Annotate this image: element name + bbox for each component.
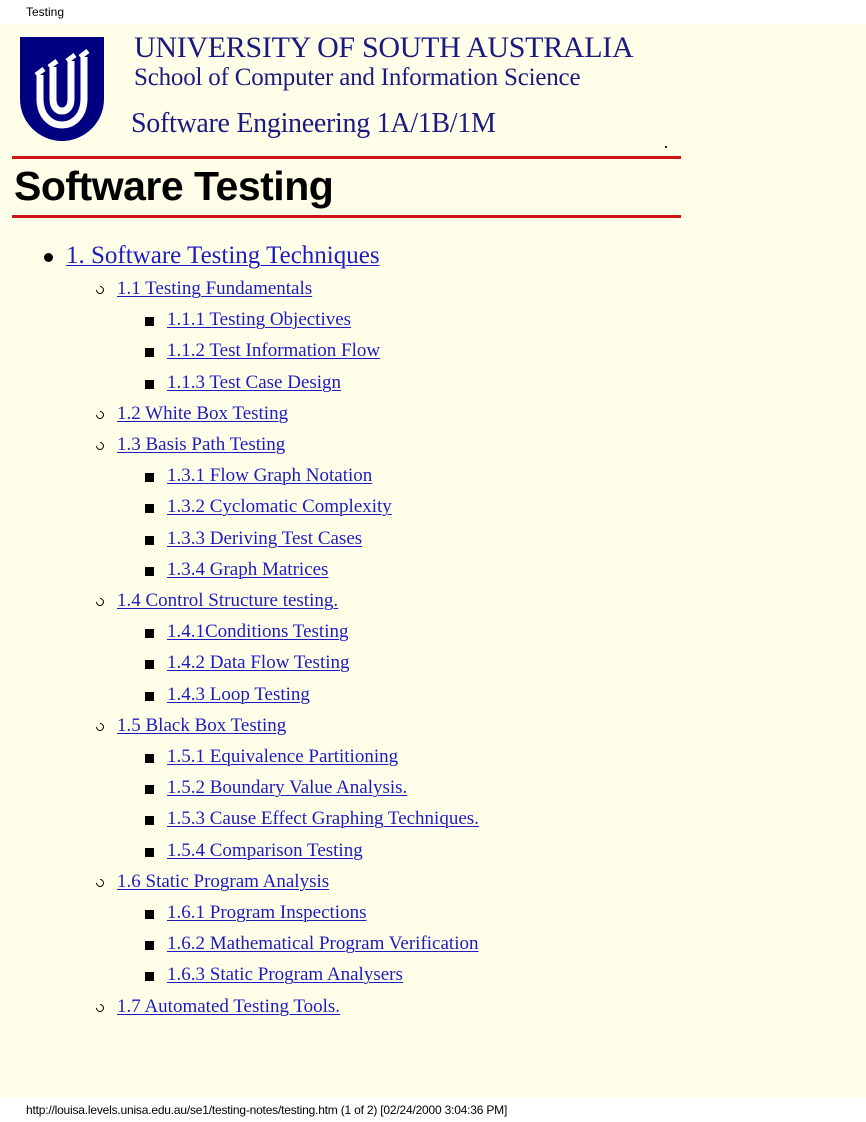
toc-item: 1.6 Static Program Analysis <box>94 871 329 893</box>
toc-link[interactable]: 1.5.3 Cause Effect Graphing Techniques. <box>167 808 479 829</box>
circle-bullet-icon <box>94 877 106 889</box>
toc-item: 1.4 Control Structure testing. <box>94 590 338 612</box>
university-logo-icon <box>20 37 104 141</box>
toc-link[interactable]: 1.5.4 Comparison Testing <box>167 840 363 861</box>
print-footer-url: http://louisa.levels.unisa.edu.au/se1/te… <box>26 1103 508 1117</box>
toc-link[interactable]: 1.3 Basis Path Testing <box>117 434 285 455</box>
square-bullet-icon <box>145 972 154 982</box>
toc-item: 1.6.2 Mathematical Program Verification <box>145 933 478 955</box>
square-bullet-icon <box>145 566 154 576</box>
circle-bullet-icon <box>94 596 106 608</box>
square-bullet-icon <box>145 317 154 327</box>
print-header: Testing <box>0 0 866 24</box>
toc-link[interactable]: 1.4.3 Loop Testing <box>167 684 310 705</box>
toc-link[interactable]: 1. Software Testing Techniques <box>66 242 380 269</box>
toc-item: 1.3.2 Cyclomatic Complexity <box>145 496 392 518</box>
square-bullet-icon <box>145 816 154 826</box>
toc-link[interactable]: 1.1.1 Testing Objectives <box>167 309 351 330</box>
toc-link[interactable]: 1.3.1 Flow Graph Notation <box>167 465 372 486</box>
circle-bullet-icon <box>94 721 106 733</box>
toc-link[interactable]: 1.7 Automated Testing Tools. <box>117 996 340 1017</box>
toc-item: 1.1.3 Test Case Design <box>145 372 341 394</box>
toc-link[interactable]: 1.3.3 Deriving Test Cases <box>167 528 362 549</box>
toc-item: 1.5.3 Cause Effect Graphing Techniques. <box>145 808 479 830</box>
toc-link[interactable]: 1.1.3 Test Case Design <box>167 372 341 393</box>
square-bullet-icon <box>145 473 154 483</box>
university-name: UNIVERSITY OF SOUTH AUSTRALIA <box>134 31 634 64</box>
toc-item: 1.3 Basis Path Testing <box>94 434 285 456</box>
toc-link[interactable]: 1.6.2 Mathematical Program Verification <box>167 933 478 954</box>
square-bullet-icon <box>145 348 154 358</box>
square-bullet-icon <box>145 535 154 545</box>
toc-link[interactable]: 1.4.1Conditions Testing <box>167 621 348 642</box>
toc-item: 1.2 White Box Testing <box>94 403 288 425</box>
toc-item: 1.5 Black Box Testing <box>94 715 286 737</box>
circle-bullet-icon <box>94 409 106 421</box>
toc-link[interactable]: 1.6.3 Static Program Analysers <box>167 964 403 985</box>
toc-link[interactable]: 1.6.1 Program Inspections <box>167 902 366 923</box>
square-bullet-icon <box>145 910 154 919</box>
toc-link[interactable]: 1.3.4 Graph Matrices <box>167 559 328 580</box>
print-footer: http://louisa.levels.unisa.edu.au/se1/te… <box>0 1098 866 1122</box>
toc-link[interactable]: 1.5.1 Equivalence Partitioning <box>167 746 398 767</box>
toc-item: 1.3.3 Deriving Test Cases <box>145 528 362 550</box>
toc-item: 1. Software Testing Techniques <box>44 242 380 270</box>
toc-item: 1.5.2 Boundary Value Analysis. <box>145 777 407 799</box>
print-header-title: Testing <box>26 5 65 19</box>
toc-link[interactable]: 1.6 Static Program Analysis <box>117 871 329 892</box>
toc-item: 1.1.2 Test Information Flow <box>145 340 380 362</box>
toc-link[interactable]: 1.1.2 Test Information Flow <box>167 340 380 361</box>
page: UNIVERSITY OF SOUTH AUSTRALIA School of … <box>0 24 866 1098</box>
square-bullet-icon <box>145 847 154 857</box>
toc-link[interactable]: 1.4.2 Data Flow Testing <box>167 652 350 673</box>
toc-item: 1.4.3 Loop Testing <box>145 684 310 706</box>
toc-item: 1.6.3 Static Program Analysers <box>145 964 403 986</box>
page-title: Software Testing <box>14 163 334 209</box>
toc-item: 1.1.1 Testing Objectives <box>145 309 351 331</box>
circle-bullet-icon <box>94 440 106 452</box>
toc-link[interactable]: 1.5 Black Box Testing <box>117 715 286 736</box>
disc-bullet-icon <box>44 253 53 262</box>
toc-item: 1.5.1 Equivalence Partitioning <box>145 746 398 768</box>
toc-item: 1.4.1Conditions Testing <box>145 621 348 643</box>
school-name: School of Computer and Information Scien… <box>134 64 581 91</box>
toc-item: 1.3.1 Flow Graph Notation <box>145 465 372 487</box>
square-bullet-icon <box>145 660 154 670</box>
course-name: Software Engineering 1A/1B/1M <box>131 108 496 139</box>
toc-link[interactable]: 1.3.2 Cyclomatic Complexity <box>167 496 392 517</box>
toc-link[interactable]: 1.5.2 Boundary Value Analysis. <box>167 777 407 798</box>
square-bullet-icon <box>145 504 154 514</box>
toc-item: 1.3.4 Graph Matrices <box>145 559 328 581</box>
square-bullet-icon <box>145 754 154 763</box>
toc-item: 1.5.4 Comparison Testing <box>145 840 363 862</box>
toc-link[interactable]: 1.2 White Box Testing <box>117 403 288 424</box>
divider-bottom <box>12 215 681 218</box>
divider-top <box>12 156 681 159</box>
toc-item: 1.7 Automated Testing Tools. <box>94 996 340 1018</box>
toc-item: 1.4.2 Data Flow Testing <box>145 652 350 674</box>
square-bullet-icon <box>145 785 154 795</box>
circle-bullet-icon <box>94 1001 106 1014</box>
square-bullet-icon <box>145 379 154 389</box>
toc-item: 1.6.1 Program Inspections <box>145 902 366 924</box>
toc-link[interactable]: 1.1 Testing Fundamentals <box>117 278 312 299</box>
square-bullet-icon <box>145 629 154 639</box>
square-bullet-icon <box>145 691 154 701</box>
square-bullet-icon <box>145 941 154 951</box>
circle-bullet-icon <box>94 284 106 296</box>
stray-dot <box>665 146 667 148</box>
toc-link[interactable]: 1.4 Control Structure testing. <box>117 590 338 611</box>
toc-item: 1.1 Testing Fundamentals <box>94 278 312 300</box>
